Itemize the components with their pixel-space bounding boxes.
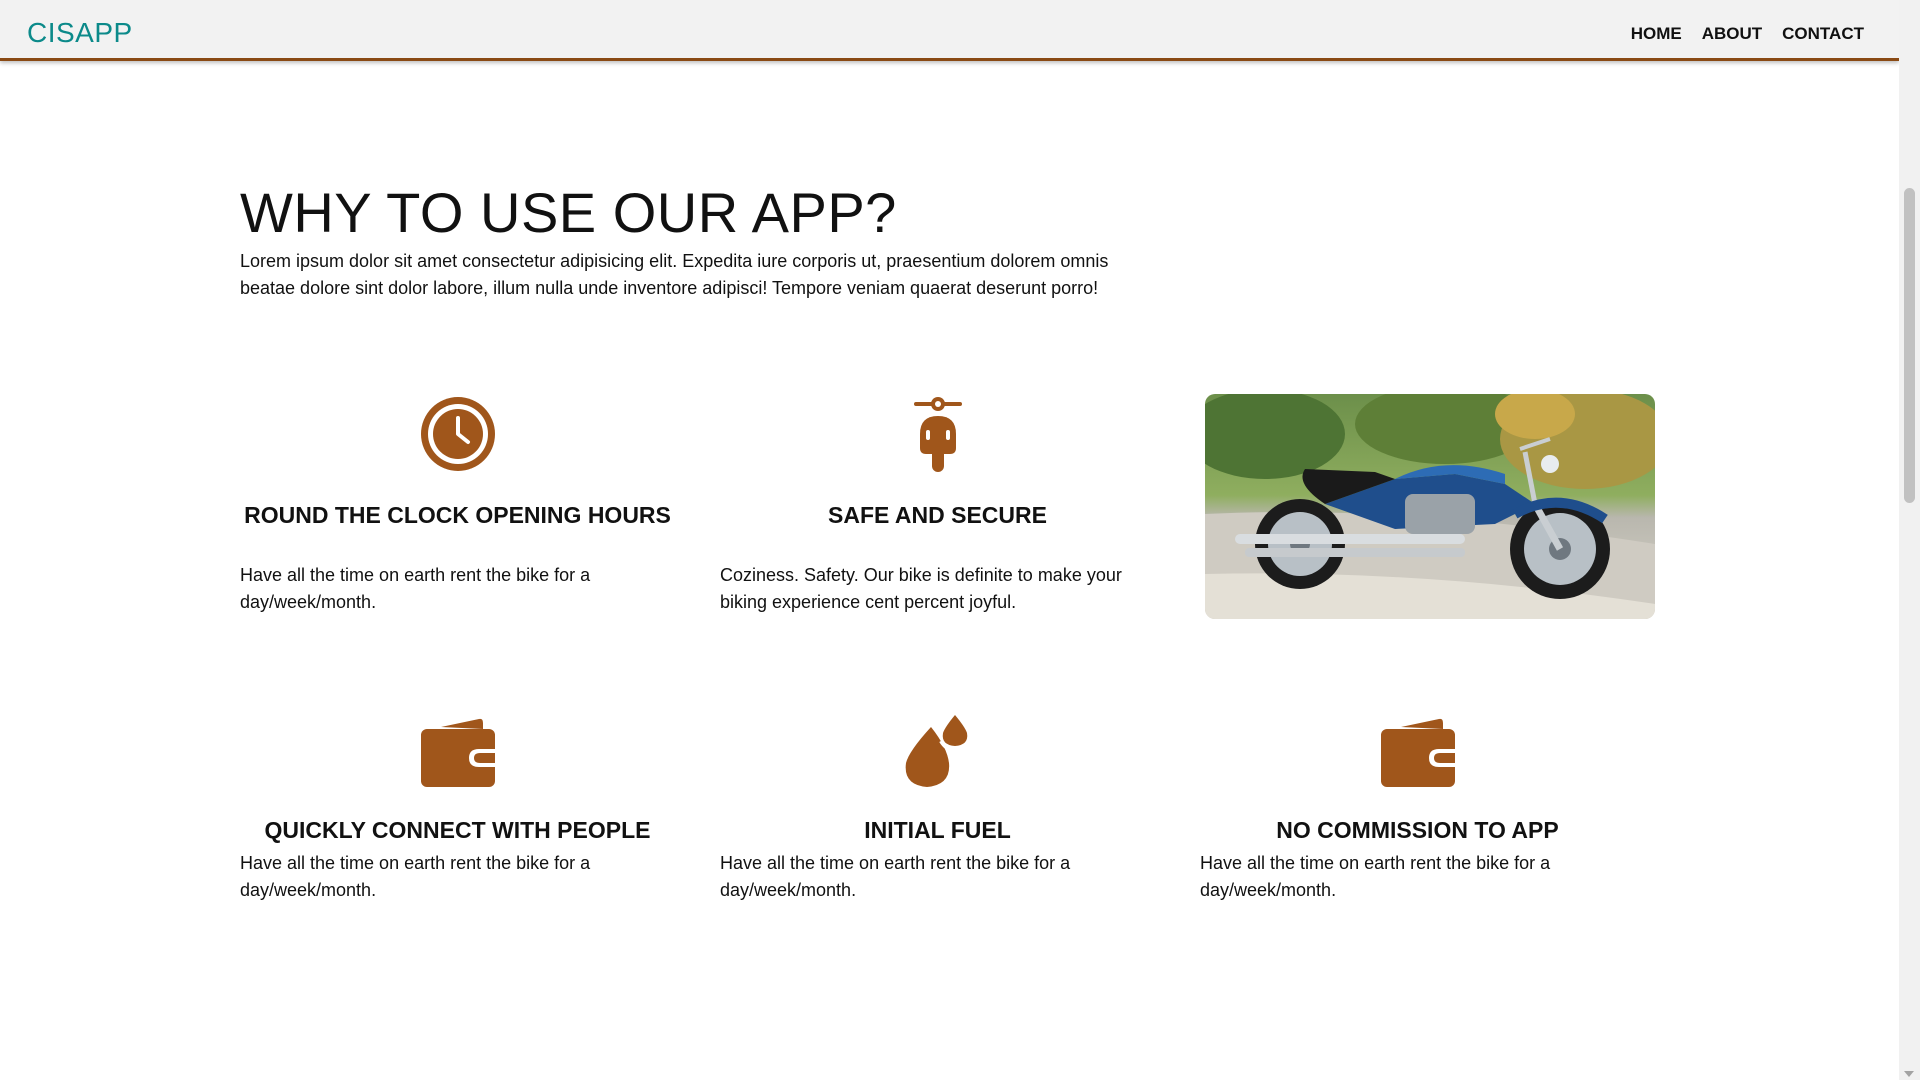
feature-title: INITIAL FUEL xyxy=(864,817,1011,843)
feature-title: SAFE AND SECURE xyxy=(828,502,1047,528)
motorcycle-illustration xyxy=(1205,394,1655,619)
navbar: CISAPP HOME ABOUT CONTACT xyxy=(0,0,1899,61)
scrollbar-thumb[interactable] xyxy=(1904,188,1915,503)
feature-text: Have all the time on earth rent the bike… xyxy=(720,853,1071,900)
scooter-icon xyxy=(913,397,962,472)
scroll-down-arrow-icon[interactable] xyxy=(1904,1071,1914,1077)
feature-text: Coziness. Safety. Our bike is definite t… xyxy=(720,565,1122,612)
feature-text: Have all the time on earth rent the bike… xyxy=(1200,853,1551,900)
feature-card-no-commission: NO COMMISSION TO APP Have all the time o… xyxy=(1200,715,1635,904)
wallet-icon xyxy=(420,718,495,787)
brand-logo[interactable]: CISAPP xyxy=(27,17,133,49)
feature-title: NO COMMISSION TO APP xyxy=(1276,817,1559,843)
feature-title: ROUND THE CLOCK OPENING HOURS xyxy=(244,502,671,528)
feature-title: QUICKLY CONNECT WITH PEOPLE xyxy=(264,817,651,843)
section-intro: Lorem ipsum dolor sit amet consectetur a… xyxy=(240,251,1109,298)
feature-text: Have all the time on earth rent the bike… xyxy=(240,853,591,900)
motorcycle-image xyxy=(1205,394,1655,619)
vertical-scrollbar[interactable] xyxy=(1899,0,1920,1080)
wallet-icon xyxy=(1380,718,1455,787)
nav-links: HOME ABOUT CONTACT xyxy=(1631,24,1864,44)
feature-card-safe-secure: SAFE AND SECURE Coziness. Safety. Our bi… xyxy=(720,396,1155,616)
clock-icon xyxy=(420,397,495,471)
feature-card-initial-fuel: INITIAL FUEL Have all the time on earth … xyxy=(720,715,1155,904)
nav-link-about[interactable]: ABOUT xyxy=(1702,24,1762,44)
feature-card-connect-people: QUICKLY CONNECT WITH PEOPLE Have all the… xyxy=(240,715,675,904)
nav-link-contact[interactable]: CONTACT xyxy=(1782,24,1864,44)
feature-card-opening-hours: ROUND THE CLOCK OPENING HOURS Have all t… xyxy=(240,396,675,616)
nav-link-home[interactable]: HOME xyxy=(1631,24,1682,44)
section-title: WHY TO USE OUR APP? xyxy=(240,181,897,244)
fuel-drops-icon xyxy=(905,715,967,787)
page: CISAPP HOME ABOUT CONTACT WHY TO USE OUR… xyxy=(0,0,1920,1080)
feature-text: Have all the time on earth rent the bike… xyxy=(240,565,591,612)
